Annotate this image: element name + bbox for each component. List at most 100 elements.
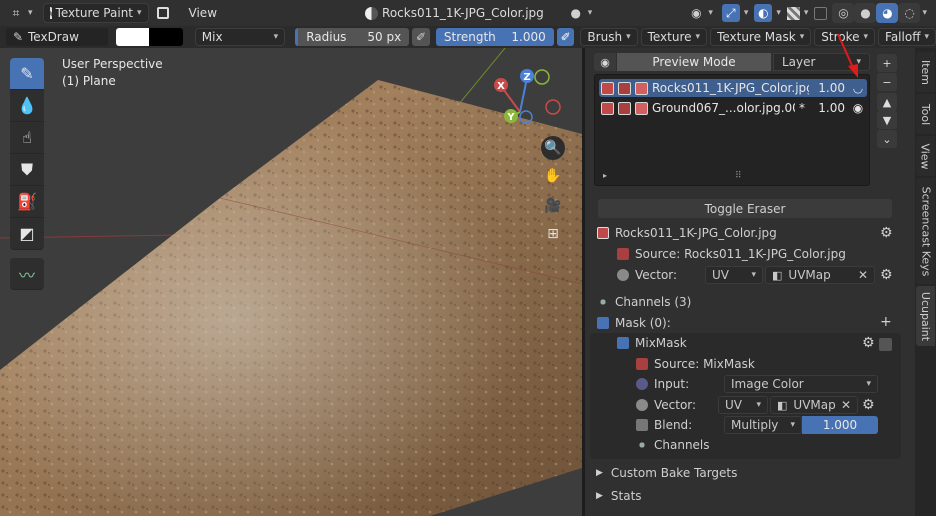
image-selector[interactable]: Rocks011_1K-JPG_Color.jpg [359,3,550,23]
falloff-menu[interactable]: Falloff ▾ [878,28,936,46]
primary-color-swatch[interactable] [116,28,150,46]
secondary-color-swatch[interactable] [149,28,183,46]
gear-icon[interactable]: ⚙ [862,397,875,413]
mask-enable-checkbox[interactable] [879,338,892,351]
blend-mode-dropdown[interactable]: Mix ▾ [194,28,286,46]
uvmap-field[interactable]: ◧ UVMap ✕ [765,266,875,284]
tab-tool[interactable]: Tool [916,94,935,134]
wireframe-icon: ◎ [838,6,849,20]
overlay-toggle[interactable]: ◐ ▾ [751,3,784,23]
preview-mode-button[interactable]: Preview Mode [617,53,771,71]
gizmo-neg-z-handle[interactable] [519,110,533,124]
mask-blend-dropdown[interactable]: Multiply ▾ [724,416,802,434]
gizmo-neg-y-handle[interactable] [534,69,550,85]
stamp-icon: ⛊ [20,159,33,179]
gizmo-toggle[interactable]: ⤢ ▾ [719,3,752,23]
mask-header[interactable]: MixMask [617,336,687,350]
stats-section[interactable]: ▶ Stats [596,489,642,503]
brush-selector[interactable]: ✎ TexDraw [6,28,109,46]
layer-props-header[interactable]: Rocks011_1K-JPG_Color.jpg [597,226,777,240]
mask-input-label: Input: [654,377,690,391]
layer-row[interactable]: Rocks011_1K-JPG_Color.jpg 1.00 ◡ [599,79,867,97]
channels-row[interactable]: Channels (3) [597,295,691,309]
layer-specials-button[interactable]: ⌄ [877,130,897,148]
zoom-button[interactable]: 🔍 [541,136,565,160]
mask-row[interactable]: Mask (0): [597,316,671,330]
strength-pressure-button[interactable]: ✐ [556,28,575,46]
mode-toggle-button[interactable] [151,3,175,23]
tab-item[interactable]: Item [916,52,935,92]
tab-ucupaint[interactable]: Ucupaint [916,286,935,346]
texture-mask-menu[interactable]: Texture Mask ▾ [710,28,812,46]
material-shading-button[interactable]: ◕ [876,3,899,23]
camera-view-button[interactable]: 🎥 [541,194,565,218]
annotate-tool-button[interactable]: 〰 [10,258,44,290]
mask-channels-row[interactable]: Channels [636,438,710,452]
preview-eye-toggle[interactable]: ◉ [594,53,616,71]
layer-source-row: Source: Rocks011_1K-JPG_Color.jpg [617,247,846,261]
vector-type-dropdown[interactable]: UV ▾ [705,266,763,284]
strength-slider[interactable]: Strength 1.000 [435,28,554,46]
mask-uvmap-field[interactable]: ◧ UVMap ✕ [770,396,858,414]
perspective-toggle-button[interactable]: ⊞ [541,222,565,246]
fill-tool-button[interactable]: ⛽ [10,186,44,218]
mask-input-dropdown[interactable]: Image Color ▾ [724,375,878,393]
shading-options-dropdown[interactable]: ▾ [920,3,929,23]
texture-menu[interactable]: Texture ▾ [640,28,708,46]
move-layer-down-button[interactable]: ▼ [877,111,897,129]
tab-view[interactable]: View [916,136,935,176]
gear-icon[interactable]: ⚙ [880,225,893,241]
pan-button[interactable]: ✋ [541,164,565,188]
close-icon[interactable]: ✕ [858,268,868,282]
plus-icon: + [882,56,892,70]
navigation-gizmo[interactable]: Z X Y [490,66,570,146]
visibility-dropdown[interactable]: ◉ ▾ [682,3,719,23]
shading-dropdown[interactable]: ● ▾ [562,3,599,23]
layer-row[interactable]: Ground067_...olor.jpg.001 * 1.00 ◉ [599,99,867,117]
list-expand-icon[interactable]: ▸ [603,171,607,180]
image-source-icon [636,358,648,370]
wireframe-shading-button[interactable]: ◎ [832,3,855,23]
blend-icon [636,419,648,431]
layer-modified-marker: * [799,101,805,115]
view-menu[interactable]: View [183,3,223,23]
mask-vector-type-dropdown[interactable]: UV ▾ [718,396,768,414]
close-icon[interactable]: ✕ [841,398,851,412]
bake-targets-section[interactable]: ▶ Custom Bake Targets [596,466,737,480]
gizmo-neg-x-handle[interactable] [545,99,561,115]
gear-icon[interactable]: ⚙ [880,267,893,283]
gizmo-icon: ⤢ [721,4,740,22]
layer-list[interactable]: Rocks011_1K-JPG_Color.jpg 1.00 ◡ Ground0… [594,74,870,186]
editor-type-button[interactable]: ⌗ ▾ [2,3,39,23]
toggle-eraser-button[interactable]: Toggle Eraser [598,199,892,218]
soften-tool-button[interactable]: 💧 [10,90,44,122]
draw-tool-button[interactable]: ✎ [10,58,44,90]
gizmo-x-text: X [497,81,505,92]
xray-toggle[interactable] [811,3,830,23]
layer-source-icon [635,81,648,95]
radius-pressure-button[interactable]: ✐ [412,28,430,46]
layer-hidden-eye-icon[interactable]: ◡ [849,81,867,95]
gear-icon[interactable]: ⚙ [862,335,875,351]
tab-screencast-keys[interactable]: Screencast Keys [916,178,935,284]
mode-dropdown[interactable]: Texture Paint ▾ [42,3,149,23]
move-layer-up-button[interactable]: ▲ [877,93,897,111]
xray-dropdown[interactable]: ▾ [784,3,812,23]
remove-layer-button[interactable]: − [877,73,897,91]
list-resize-grip-icon[interactable]: ⠿ [735,171,742,181]
clone-tool-button[interactable]: ⛊ [10,154,44,186]
add-mask-button[interactable]: + [880,314,892,330]
mask-blend-value-slider[interactable]: 1.000 [802,416,878,434]
mask-tool-button[interactable]: ◩ [10,218,44,250]
layer-opacity[interactable]: 1.00 [813,81,845,95]
brush-menu[interactable]: Brush ▾ [580,28,638,46]
radius-slider[interactable]: Radius 50 px [295,28,410,46]
channels-icon [597,296,609,308]
layer-opacity[interactable]: 1.00 [813,101,845,115]
add-layer-button[interactable]: + [877,54,897,72]
solid-shading-button[interactable]: ● [854,3,877,23]
3d-viewport[interactable]: ✎ 💧 ☝ ⛊ ⛽ ◩ 〰 User Perspective (1) Plane… [0,48,582,516]
smear-tool-button[interactable]: ☝ [10,122,44,154]
rendered-shading-button[interactable]: ◌ [898,3,921,23]
layer-eye-icon[interactable]: ◉ [849,101,867,115]
